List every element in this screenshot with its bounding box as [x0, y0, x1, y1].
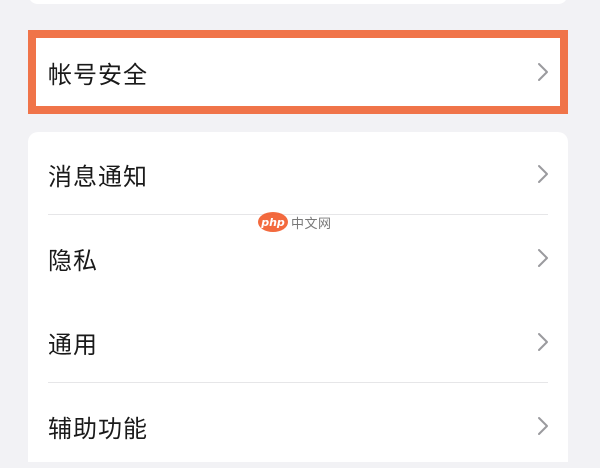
chevron-right-icon [534, 246, 552, 270]
settings-item-label: 辅助功能 [48, 414, 148, 443]
settings-item-label: 消息通知 [48, 162, 148, 191]
watermark: php 中文网 [258, 212, 332, 232]
settings-item-label: 隐私 [48, 246, 98, 275]
divider [48, 382, 548, 383]
previous-settings-card [28, 0, 568, 4]
chevron-right-icon [534, 414, 552, 438]
settings-item-account-security[interactable]: 帐号安全 [36, 38, 560, 106]
account-security-card: 帐号安全 [28, 30, 568, 114]
chevron-right-icon [534, 60, 552, 84]
chevron-right-icon [534, 162, 552, 186]
watermark-logo: php [258, 212, 288, 232]
settings-list-card: 消息通知 隐私 通用 辅助功能 [28, 132, 568, 462]
settings-item-accessibility[interactable]: 辅助功能 [28, 384, 568, 468]
chevron-right-icon [534, 330, 552, 354]
settings-item-label: 通用 [48, 330, 98, 359]
watermark-text: 中文网 [291, 216, 332, 232]
settings-item-general[interactable]: 通用 [28, 300, 568, 384]
settings-item-label: 帐号安全 [48, 60, 148, 89]
settings-item-notifications[interactable]: 消息通知 [28, 132, 568, 216]
